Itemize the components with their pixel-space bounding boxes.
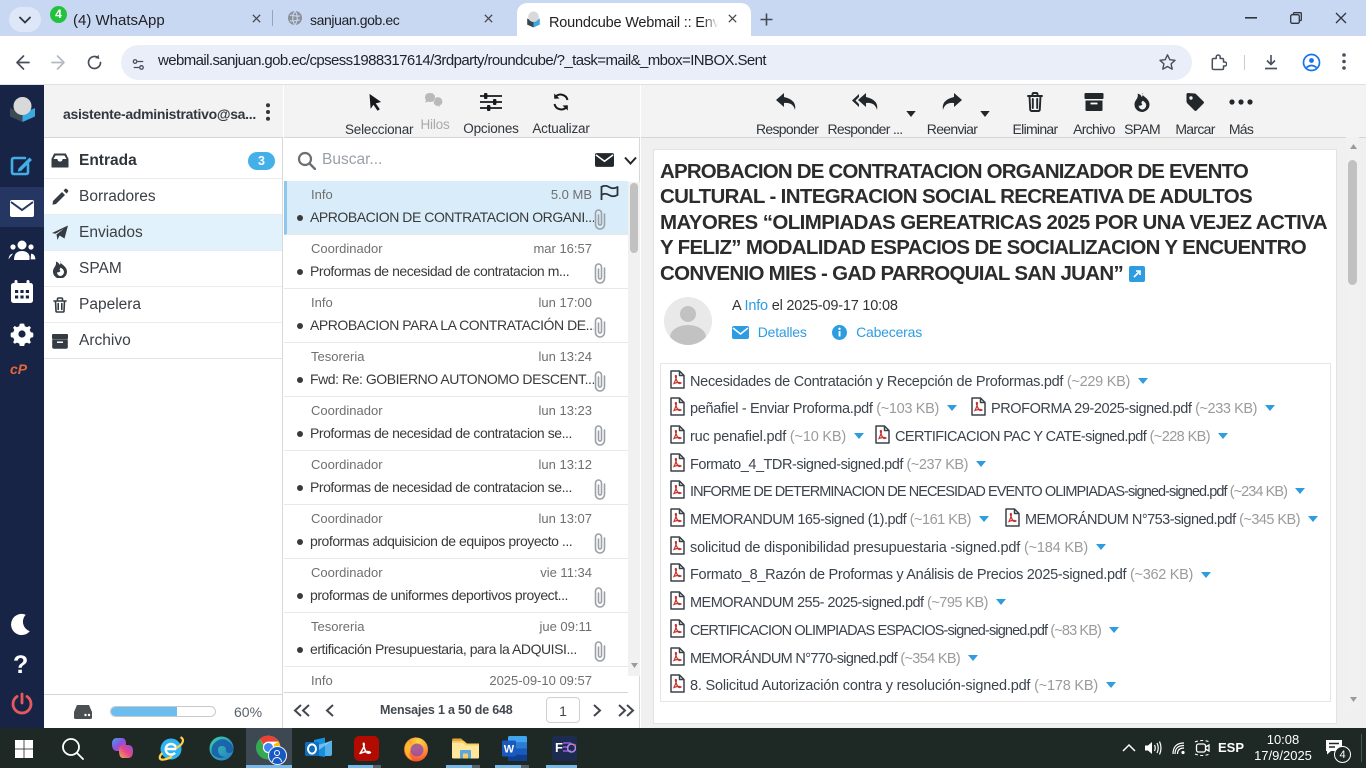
- svg-text:W: W: [504, 744, 515, 756]
